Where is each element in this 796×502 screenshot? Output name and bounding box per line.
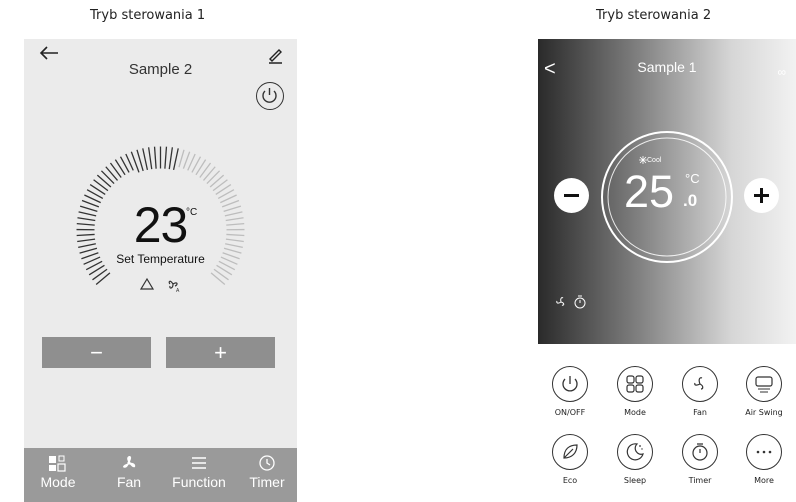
dial-tick — [209, 174, 225, 188]
device-title: Sample 2 — [128, 61, 193, 78]
edit-icon[interactable] — [265, 45, 285, 65]
right-caption: Tryb sterowania 2 — [596, 8, 712, 23]
bottom-tab-bar: Mode Fan Function Timer — [24, 448, 297, 502]
sleep-label: Sleep — [623, 476, 647, 485]
power-button[interactable] — [256, 82, 284, 110]
dial-tick — [210, 272, 226, 285]
power-icon — [562, 376, 578, 392]
dial-tick — [172, 148, 179, 171]
tab-timer[interactable]: Timer — [240, 448, 294, 502]
power-icon — [262, 88, 277, 103]
onoff-label: ON/OFF — [554, 408, 586, 417]
snowflake-icon — [639, 156, 647, 164]
eco-label: Eco — [562, 476, 578, 485]
status-icons — [556, 295, 586, 309]
control-mode-1-screen: Sample 2 23 °C Set Temperature A − + Mod… — [24, 39, 297, 502]
fan-auto-icon: A — [168, 280, 180, 293]
increase-temperature-button[interactable] — [744, 178, 779, 213]
menu-icon — [192, 457, 206, 469]
dial-tick — [168, 147, 174, 170]
moon-icon — [626, 443, 644, 461]
temperature-unit: °C — [186, 207, 198, 218]
mode-icon — [626, 375, 644, 393]
decrease-temperature-button[interactable]: − — [42, 337, 151, 368]
clock-icon — [259, 455, 275, 471]
temperature-unit: °C — [685, 171, 700, 186]
left-caption: Tryb sterowania 1 — [90, 8, 206, 23]
timer-label: Timer — [688, 476, 712, 485]
tab-fan-label: Fan — [116, 474, 142, 490]
timer-button[interactable]: Timer — [670, 434, 730, 485]
timer-icon — [692, 443, 708, 461]
dial-tick — [153, 146, 157, 169]
fan-label: Fan — [693, 408, 707, 417]
more-button[interactable]: More — [734, 434, 794, 485]
set-temperature-label: Set Temperature — [116, 252, 205, 266]
temperature-decimal: .0 — [683, 191, 698, 210]
dial-tick — [105, 166, 119, 181]
more-icon — [756, 450, 772, 454]
minus-icon — [554, 178, 589, 213]
dial-tick — [147, 147, 153, 170]
increase-temperature-button[interactable]: + — [166, 337, 275, 368]
mode-label: Cool — [647, 157, 662, 164]
more-label: More — [754, 476, 774, 485]
cycle-icon — [140, 277, 155, 290]
sleep-button[interactable]: Sleep — [605, 434, 665, 485]
tab-mode-label: Mode — [40, 474, 76, 490]
dial-tick — [202, 166, 216, 181]
tab-function-label: Function — [172, 474, 226, 490]
tab-fan[interactable]: Fan — [104, 448, 154, 502]
decrease-temperature-button[interactable] — [554, 178, 589, 213]
dial-tick — [178, 149, 185, 168]
more-options-icon[interactable]: ∞ — [777, 65, 786, 79]
fan-icon — [694, 377, 704, 390]
plus-icon — [744, 178, 779, 213]
air-swing-icon — [755, 376, 773, 393]
dial-tick — [206, 170, 221, 185]
fan-button[interactable]: Fan — [670, 366, 730, 417]
mode-icon — [49, 455, 66, 472]
onoff-button[interactable]: ON/OFF — [540, 366, 600, 417]
status-icons: A — [140, 277, 180, 293]
control-mode-2-screen: < Sample 1 ∞ Cool 25 °C .0 ON/OFF Mode F… — [538, 39, 796, 502]
fan-small-icon — [556, 297, 565, 306]
timer-small-icon — [574, 295, 586, 309]
mode-button[interactable]: Mode — [605, 366, 665, 417]
set-temperature-value: 23 — [133, 197, 189, 253]
fan-icon — [123, 456, 136, 468]
svg-text:A: A — [176, 288, 180, 293]
air-swing-label: Air Swing — [745, 408, 783, 417]
leaf-icon — [563, 444, 578, 459]
back-arrow-icon[interactable] — [38, 45, 60, 61]
air-swing-button[interactable]: Air Swing — [734, 366, 794, 417]
dial-tick — [164, 146, 168, 169]
tab-mode[interactable]: Mode — [32, 448, 84, 502]
dial-tick — [100, 170, 115, 185]
dial-tick — [96, 174, 112, 188]
set-temperature-value: 25 — [624, 166, 675, 217]
dial-tick — [142, 148, 149, 171]
device-title: Sample 1 — [637, 59, 697, 75]
tab-function[interactable]: Function — [164, 448, 234, 502]
dial-tick — [95, 272, 111, 285]
mode-label: Mode — [624, 408, 646, 417]
eco-button[interactable]: Eco — [540, 434, 600, 485]
tab-timer-label: Timer — [249, 474, 285, 490]
dial-tick — [182, 151, 191, 169]
